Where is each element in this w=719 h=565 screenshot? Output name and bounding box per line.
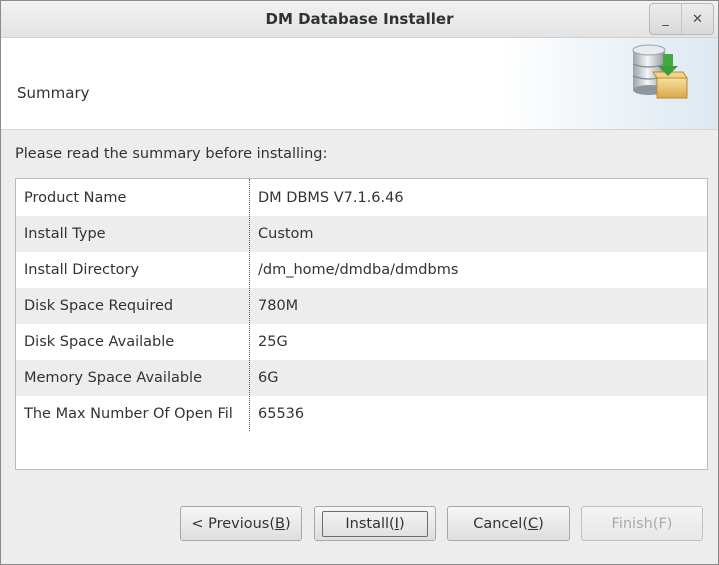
previous-label: < Previous(B) bbox=[191, 515, 291, 532]
install-button[interactable]: Install(I) bbox=[314, 506, 436, 541]
finish-label: Finish(F) bbox=[611, 515, 673, 532]
column-divider[interactable] bbox=[249, 179, 250, 431]
row-value: 25G bbox=[258, 334, 288, 350]
page-title: Summary bbox=[17, 84, 90, 102]
summary-table: Product Name DM DBMS V7.1.6.46 Install T… bbox=[15, 178, 708, 470]
table-row[interactable]: The Max Number Of Open Fil 65536 bbox=[16, 396, 707, 432]
row-key: Disk Space Required bbox=[24, 298, 174, 314]
row-value: DM DBMS V7.1.6.46 bbox=[258, 190, 404, 206]
row-value: 6G bbox=[258, 370, 279, 386]
table-row[interactable]: Memory Space Available 6G bbox=[16, 360, 707, 396]
window-title: DM Database Installer bbox=[265, 10, 454, 28]
window-controls: _ ✕ bbox=[649, 3, 714, 35]
minimize-icon: _ bbox=[662, 11, 669, 27]
table-row[interactable]: Disk Space Available 25G bbox=[16, 324, 707, 360]
table-row[interactable]: Install Directory /dm_home/dmdba/dmdbms bbox=[16, 252, 707, 288]
close-icon: ✕ bbox=[692, 11, 703, 27]
row-key: Product Name bbox=[24, 190, 127, 206]
installer-window: DM Database Installer _ ✕ Summary Please… bbox=[0, 0, 719, 565]
row-key: Memory Space Available bbox=[24, 370, 203, 386]
row-value: 780M bbox=[258, 298, 299, 314]
table-row[interactable]: Install Type Custom bbox=[16, 216, 707, 252]
minimize-button[interactable]: _ bbox=[650, 4, 681, 34]
finish-button[interactable]: Finish(F) bbox=[581, 506, 703, 541]
cancel-label: Cancel(C) bbox=[473, 515, 544, 532]
table-row[interactable]: Product Name DM DBMS V7.1.6.46 bbox=[16, 180, 707, 216]
row-key: Install Directory bbox=[24, 262, 140, 278]
row-value: /dm_home/dmdba/dmdbms bbox=[258, 262, 459, 278]
table-row[interactable]: Disk Space Required 780M bbox=[16, 288, 707, 324]
row-key: The Max Number Of Open Fil bbox=[24, 406, 233, 422]
title-bar[interactable]: DM Database Installer _ ✕ bbox=[1, 1, 718, 38]
previous-button[interactable]: < Previous(B) bbox=[180, 506, 302, 541]
intro-text: Please read the summary before installin… bbox=[15, 146, 328, 162]
install-label: Install(I) bbox=[322, 510, 428, 537]
row-key: Install Type bbox=[24, 226, 106, 242]
row-key: Disk Space Available bbox=[24, 334, 175, 350]
cancel-button[interactable]: Cancel(C) bbox=[447, 506, 570, 541]
database-install-icon bbox=[632, 44, 688, 99]
row-value: Custom bbox=[258, 226, 314, 242]
header-banner: Summary bbox=[1, 38, 718, 130]
close-button[interactable]: ✕ bbox=[681, 4, 713, 34]
row-value: 65536 bbox=[258, 406, 305, 422]
